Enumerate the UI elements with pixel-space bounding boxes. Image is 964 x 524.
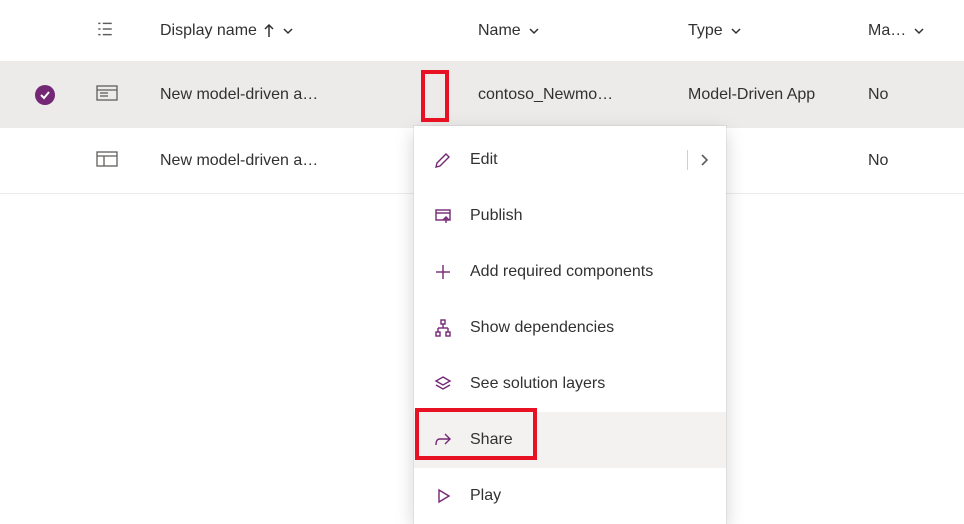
chevron-down-icon xyxy=(281,24,295,38)
menu-label: Share xyxy=(470,431,513,449)
dependencies-icon xyxy=(432,319,454,337)
menu-label: Show dependencies xyxy=(470,319,614,337)
menu-label: Publish xyxy=(470,207,522,225)
menu-item-show-dependencies[interactable]: Show dependencies xyxy=(414,300,726,356)
menu-item-share[interactable]: Share xyxy=(414,412,726,468)
chevron-right-icon xyxy=(698,153,710,167)
menu-label: Edit xyxy=(470,151,498,169)
submenu-indicator[interactable] xyxy=(687,150,710,170)
sort-ascending-icon xyxy=(263,24,275,38)
row-managed: No xyxy=(868,86,964,104)
edit-icon xyxy=(432,151,454,169)
chevron-down-icon xyxy=(912,24,926,38)
row-display-name[interactable]: New model-driven a… xyxy=(160,86,318,103)
menu-item-play[interactable]: Play xyxy=(414,468,726,524)
column-header-display-name[interactable]: Display name xyxy=(160,22,416,40)
menu-item-publish[interactable]: Publish xyxy=(414,188,726,244)
more-vertical-icon xyxy=(445,86,449,104)
column-header-name[interactable]: Name xyxy=(478,22,688,40)
column-header-label: Type xyxy=(688,22,723,40)
publish-icon xyxy=(432,207,454,225)
row-display-name[interactable]: New model-driven a… xyxy=(160,152,318,169)
chevron-down-icon xyxy=(527,24,541,38)
share-icon xyxy=(432,431,454,449)
column-header-managed[interactable]: Ma… xyxy=(868,22,964,40)
row-managed: No xyxy=(868,152,964,170)
menu-label: See solution layers xyxy=(470,375,605,393)
column-header-label: Display name xyxy=(160,22,257,40)
menu-item-see-solution-layers[interactable]: See solution layers xyxy=(414,356,726,412)
table-row[interactable]: New model-driven a… contoso_Newmo… Model… xyxy=(0,62,964,128)
column-header-label: Ma… xyxy=(868,22,906,40)
column-settings-icon[interactable] xyxy=(96,20,114,41)
column-header-label: Name xyxy=(478,22,521,40)
table-header-row: Display name Name Type Ma… xyxy=(0,0,964,62)
menu-item-edit[interactable]: Edit xyxy=(414,132,726,188)
row-type: Model-Driven App xyxy=(688,86,868,104)
row-selected-indicator[interactable] xyxy=(35,85,55,105)
menu-item-add-required-components[interactable]: Add required components xyxy=(414,244,726,300)
app-window-icon xyxy=(96,151,118,170)
play-icon xyxy=(432,488,454,504)
plus-icon xyxy=(432,263,454,281)
layers-icon xyxy=(432,375,454,393)
row-name: contoso_Newmo… xyxy=(478,86,688,104)
row-more-actions-button[interactable] xyxy=(431,79,463,111)
column-header-type[interactable]: Type xyxy=(688,22,868,40)
app-form-icon xyxy=(96,85,118,104)
chevron-down-icon xyxy=(729,24,743,38)
menu-label: Add required components xyxy=(470,263,653,281)
menu-label: Play xyxy=(470,487,501,505)
row-context-menu: Edit Publish Add required components Sho… xyxy=(414,126,726,524)
